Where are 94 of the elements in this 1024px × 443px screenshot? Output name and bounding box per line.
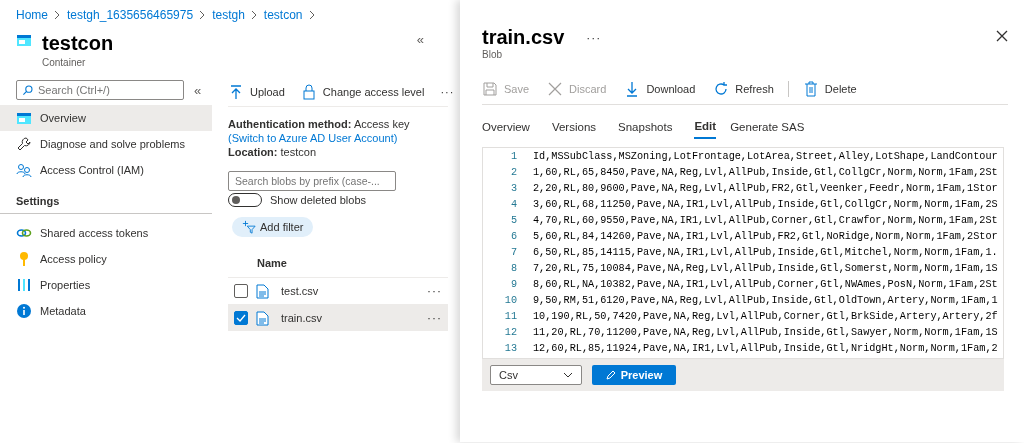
container-icon bbox=[16, 32, 32, 48]
location-text: Location: testcon bbox=[228, 145, 318, 159]
toolbar-button[interactable]: Change access level bbox=[300, 84, 425, 100]
toolbar-button[interactable]: Refresh bbox=[713, 81, 774, 97]
file-icon bbox=[256, 283, 269, 299]
collapse-button[interactable]: « bbox=[416, 32, 424, 47]
line-number: 7 bbox=[509, 246, 517, 258]
section-heading: Settings bbox=[0, 183, 212, 214]
format-dropdown[interactable]: Csv bbox=[490, 365, 582, 385]
code-line: 11,20,RL,70,11200,Pave,NA,Reg,Lvl,AllPub,Inside,Gtl,Sawyer,Norm,Norm,1Fam,1S bbox=[533, 326, 998, 338]
pencil-icon bbox=[605, 370, 616, 380]
line-number: 1 bbox=[509, 150, 517, 162]
line-number: 4 bbox=[509, 198, 517, 210]
wrench-icon bbox=[16, 136, 32, 152]
container-icon bbox=[16, 110, 32, 126]
search-field[interactable]: Search (Ctrl+/) bbox=[16, 80, 184, 100]
code-line: 1,60,RL,65,8450,Pave,NA,Reg,Lvl,AllPub,Inside,Gtl,CollgCr,Norm,Norm,1Fam,2St bbox=[533, 166, 998, 178]
container-title: testcon bbox=[42, 32, 114, 55]
column-header: Name bbox=[257, 257, 288, 271]
bars-icon bbox=[16, 277, 32, 293]
chevron-down-icon bbox=[563, 372, 573, 378]
sidebar-item[interactable]: Access policy bbox=[0, 246, 212, 272]
line-number: 11 bbox=[503, 310, 517, 322]
code-line: 4,70,RL,60,9550,Pave,NA,IR1,Lvl,AllPub,Corner,Gtl,Crawfor,Norm,Norm,1Fam,2St bbox=[533, 214, 998, 226]
toolbar-button[interactable]: Delete bbox=[802, 81, 857, 97]
line-number: 9 bbox=[509, 278, 517, 290]
sidebar-item[interactable]: Overview bbox=[0, 105, 212, 131]
breadcrumb-link[interactable]: Home bbox=[16, 8, 48, 22]
code-line: 7,20,RL,75,10084,Pave,NA,Reg,Lvl,AllPub,Inside,Gtl,Somerst,Norm,Norm,1Fam,1S bbox=[533, 262, 998, 274]
code-line: Id,MSSubClass,MSZoning,LotFrontage,LotArea,Street,Alley,LotShape,LandContour bbox=[533, 150, 998, 162]
collapse-button[interactable]: « bbox=[194, 82, 202, 98]
container-subtitle: Container bbox=[42, 57, 87, 68]
breadcrumb-link[interactable]: testgh_1635656465975 bbox=[67, 8, 194, 22]
trash-icon bbox=[802, 81, 819, 97]
code-editor[interactable] bbox=[482, 147, 1004, 359]
code-line: 5,60,RL,84,14260,Pave,NA,IR1,Lvl,AllPub,FR2,Gtl,NoRidge,Norm,Norm,1Fam,2Stor bbox=[533, 230, 998, 242]
toolbar-button[interactable]: Download bbox=[624, 81, 696, 97]
info-icon bbox=[16, 303, 32, 319]
line-number: 10 bbox=[503, 294, 517, 306]
tab[interactable]: Overview bbox=[482, 115, 538, 139]
tab[interactable]: Generate SAS bbox=[730, 115, 813, 139]
row-checkbox[interactable] bbox=[234, 311, 248, 325]
breadcrumb-link[interactable]: testcon bbox=[263, 8, 303, 22]
chevron-icon bbox=[250, 10, 258, 20]
line-number: 13 bbox=[503, 342, 517, 354]
add-filter-button[interactable]: Add filter bbox=[232, 217, 314, 237]
upload-icon bbox=[228, 84, 244, 100]
discard-icon bbox=[547, 81, 564, 97]
line-number: 5 bbox=[509, 214, 517, 226]
more-button[interactable]: ··· bbox=[440, 86, 455, 98]
sidebar-item[interactable]: Diagnose and solve problems bbox=[0, 131, 212, 157]
tab[interactable]: Snapshots bbox=[618, 115, 681, 139]
preview-button[interactable]: Preview bbox=[592, 365, 676, 385]
filter-icon bbox=[242, 220, 256, 234]
code-line: 3,60,RL,68,11250,Pave,NA,IR1,Lvl,AllPub,Inside,Gtl,CollgCr,Norm,Norm,1Fam,2S bbox=[533, 198, 998, 210]
blob-search-field[interactable]: Search blobs by prefix (case-... bbox=[228, 171, 396, 191]
line-number: 2 bbox=[509, 166, 517, 178]
blob-name[interactable]: test.csv bbox=[281, 285, 319, 297]
chevron-icon bbox=[199, 10, 207, 20]
sidebar-item[interactable]: Shared access tokens bbox=[0, 220, 212, 246]
sidebar-item[interactable]: Access Control (IAM) bbox=[0, 157, 212, 183]
code-line: 12,60,RL,85,11924,Pave,NA,IR1,Lvl,AllPub,Inside,Gtl,NridgHt,Norm,Norm,1Fam,2 bbox=[533, 342, 998, 354]
code-line: 6,50,RL,85,14115,Pave,NA,IR1,Lvl,AllPub,Inside,Gtl,Mitchel,Norm,Norm,1Fam,1. bbox=[533, 246, 998, 258]
blob-name[interactable]: train.csv bbox=[281, 312, 322, 324]
more-button[interactable]: ··· bbox=[427, 311, 442, 325]
lock-icon bbox=[300, 84, 317, 100]
toolbar-button[interactable]: Upload bbox=[228, 84, 285, 100]
line-number: 8 bbox=[509, 262, 517, 274]
more-button[interactable]: ··· bbox=[427, 284, 442, 298]
tab[interactable]: Versions bbox=[551, 115, 605, 139]
save-icon bbox=[482, 81, 498, 97]
file-icon bbox=[256, 310, 269, 326]
chevron-icon bbox=[54, 10, 61, 20]
row-checkbox[interactable] bbox=[234, 284, 248, 298]
code-line: 8,60,RL,NA,10382,Pave,NA,IR1,Lvl,AllPub,Corner,Gtl,NWAmes,PosN,Norm,1Fam,2St bbox=[533, 278, 998, 290]
refresh-icon bbox=[713, 81, 730, 97]
chevron-icon bbox=[308, 10, 316, 20]
line-number: 3 bbox=[509, 182, 517, 194]
code-line: 9,50,RM,51,6120,Pave,NA,Reg,Lvl,AllPub,Inside,Gtl,OldTown,Artery,Norm,1Fam,1 bbox=[533, 294, 998, 306]
sidebar-item[interactable]: Properties bbox=[0, 272, 212, 298]
code-line: 2,20,RL,80,9600,Pave,NA,Reg,Lvl,AllPub,FR2,Gtl,Veenker,Feedr,Norm,1Fam,1Stor bbox=[533, 182, 998, 194]
line-number: 12 bbox=[503, 326, 517, 338]
tab[interactable]: Edit bbox=[694, 115, 717, 139]
more-button[interactable]: ··· bbox=[586, 30, 602, 45]
blob-title: train.csv bbox=[482, 26, 565, 49]
people-icon bbox=[16, 162, 32, 178]
breadcrumb-link[interactable]: testgh bbox=[212, 8, 245, 22]
sidebar-item[interactable]: Metadata bbox=[0, 298, 212, 324]
code-line: 10,190,RL,50,7420,Pave,NA,Reg,Lvl,AllPub,Corner,Gtl,BrkSide,Artery,Artery,2f bbox=[533, 310, 998, 322]
blob-subtitle: Blob bbox=[482, 49, 503, 60]
line-number: 6 bbox=[509, 230, 517, 242]
auth-method-text: Authentication method: Access key (Switch to Azure AD User Account) bbox=[228, 117, 411, 145]
switch-auth-link[interactable]: (Switch to Azure AD User Account) bbox=[228, 132, 398, 144]
toggle-label: Show deleted blobs bbox=[270, 194, 366, 206]
